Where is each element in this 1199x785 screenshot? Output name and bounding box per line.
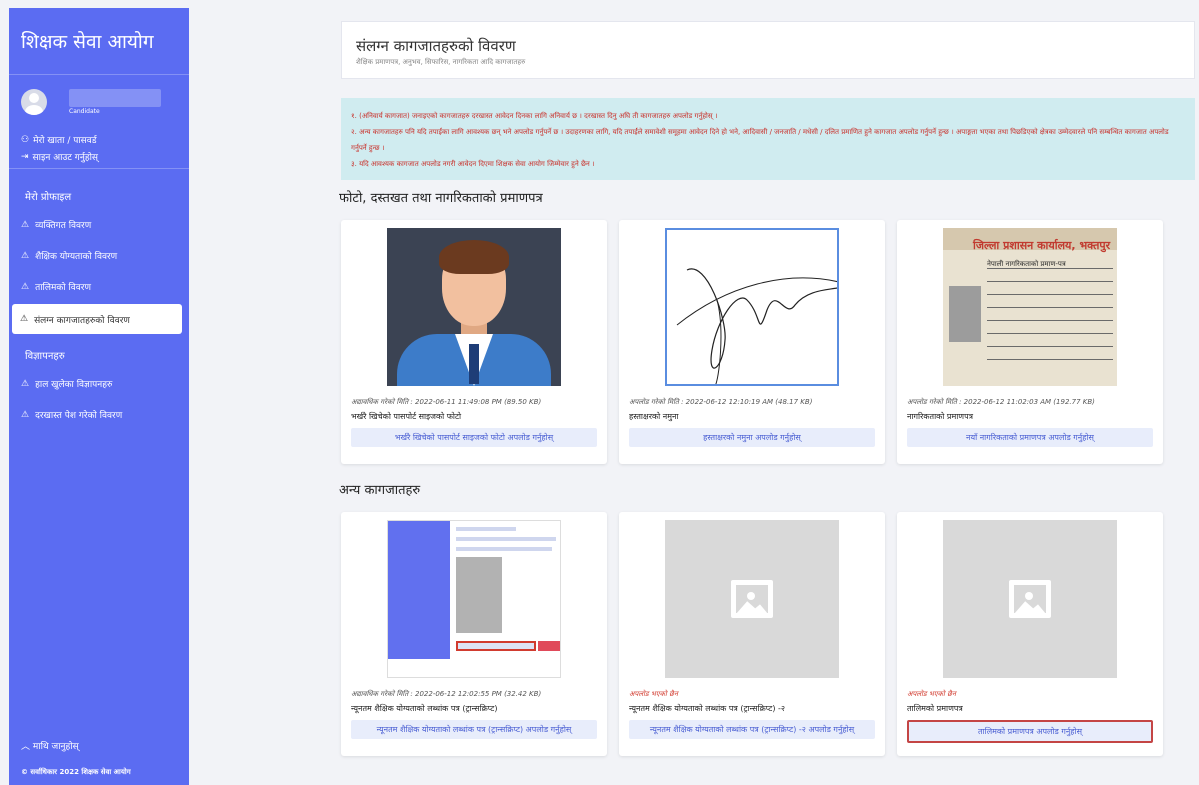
document-card-transcript-2: अपलोड भएको छैन न्यूनतम शैक्षिक योग्यताको… xyxy=(619,512,885,756)
notice-line: ३. यदि आवश्यक कागजात अपलोड नगरी आवेदन दि… xyxy=(351,160,595,168)
photo-thumbnail[interactable] xyxy=(387,228,561,386)
signature-thumbnail[interactable] xyxy=(665,228,839,386)
brand-title[interactable]: शिक्षक सेवा आयोग xyxy=(9,8,189,75)
card-name: न्यूनतम शैक्षिक योग्यताको लब्धांक पत्र (… xyxy=(629,704,786,713)
card-meta: अपलोड गरेको मिति : 2022-06-12 12:10:19 A… xyxy=(629,398,813,406)
warning-icon: ⚠ xyxy=(21,281,30,292)
cards-row-bottom: अद्यावधिक गरेको मिति : 2022-06-12 12:02:… xyxy=(341,512,1195,756)
warning-icon: ⚠ xyxy=(21,378,30,389)
card-name: हस्ताक्षरको नमुना xyxy=(629,412,679,421)
upload-citizenship-button[interactable]: नयाँ नागरिकताको प्रमाणपत्र अपलोड गर्नुहो… xyxy=(907,428,1153,447)
signature-drawing xyxy=(676,268,837,384)
logout-icon: ⇥ xyxy=(21,151,29,162)
card-meta: अपलोड गरेको मिति : 2022-06-12 11:02:03 A… xyxy=(907,398,1095,406)
notice-line: १. (अनिवार्य कागजात) जनाइएको कागजातहरु द… xyxy=(351,112,718,120)
copyright: © सर्वाधिकार 2022 शिक्षक सेवा आयोग xyxy=(21,768,131,776)
card-meta: अद्यावधिक गरेको मिति : 2022-06-12 12:02:… xyxy=(351,690,542,698)
sidebar-item-open-ads[interactable]: ⚠ हाल खुलेका विज्ञापनहरु xyxy=(9,368,189,399)
warning-icon: ⚠ xyxy=(21,409,30,420)
sidebar-item-label: व्यक्तिगत विवरण xyxy=(35,221,92,231)
upload-photo-button[interactable]: भर्खरै खिचेको पासपोर्ट साइजको फोटो अपलोड… xyxy=(351,428,597,447)
card-name: भर्खरै खिचेको पासपोर्ट साइजको फोटो xyxy=(351,412,462,421)
warning-icon: ⚠ xyxy=(21,250,30,261)
card-meta: अपलोड भएको छैन xyxy=(907,690,956,698)
document-card-signature: अपलोड गरेको मिति : 2022-06-12 12:10:19 A… xyxy=(619,220,885,464)
document-card-photo: अद्यावधिक गरेको मिति : 2022-06-11 11:49:… xyxy=(341,220,607,464)
upload-training-button[interactable]: तालिमको प्रमाणपत्र अपलोड गर्नुहोस् xyxy=(907,720,1153,743)
sidebar-item-submitted[interactable]: ⚠ दरखास्त पेश गरेको विवरण xyxy=(9,399,189,430)
card-name: न्यूनतम शैक्षिक योग्यताको लब्धांक पत्र (… xyxy=(351,704,498,713)
user-role: Candidate xyxy=(69,108,100,115)
document-card-transcript: अद्यावधिक गरेको मिति : 2022-06-12 12:02:… xyxy=(341,512,607,756)
main-content: संलग्न कागजातहरुको विवरण शैक्षिक प्रमाणप… xyxy=(339,21,1195,785)
doc-photo xyxy=(949,286,981,342)
sidebar-item-training[interactable]: ⚠ तालिमको विवरण xyxy=(9,271,189,302)
card-name: तालिमको प्रमाणपत्र xyxy=(907,704,963,713)
sidebar-item-label: शैक्षिक योग्यताको विवरण xyxy=(35,252,118,262)
section-title-other: अन्य कागजातहरु xyxy=(339,483,421,498)
page-header: संलग्न कागजातहरुको विवरण शैक्षिक प्रमाणप… xyxy=(341,21,1195,79)
sidebar-item-label: तालिमको विवरण xyxy=(35,283,91,293)
upload-transcript-button[interactable]: न्यूनतम शैक्षिक योग्यताको लब्धांक पत्र (… xyxy=(351,720,597,739)
menu-section-profile: मेरो प्रोफाइल xyxy=(25,192,72,203)
image-placeholder[interactable] xyxy=(943,520,1117,678)
user-panel: Candidate ⚇ मेरो खाता / पासवर्ड ⇥ साइन आ… xyxy=(9,75,189,169)
chevron-up-icon: ︿ xyxy=(21,742,31,752)
card-meta: अपलोड भएको छैन xyxy=(629,690,678,698)
sidebar-item-label: संलग्न कागजातहरुको विवरण xyxy=(34,315,130,326)
menu-section-ads: विज्ञापनहरु xyxy=(25,351,65,362)
sidebar: शिक्षक सेवा आयोग Candidate ⚇ मेरो खाता /… xyxy=(9,8,189,785)
notice-box: १. (अनिवार्य कागजात) जनाइएको कागजातहरु द… xyxy=(341,98,1195,180)
notice-line: २. अन्य कागजातहरु पनि यदि तपाईंका लागि आ… xyxy=(351,128,1169,152)
sidebar-item-personal[interactable]: ⚠ व्यक्तिगत विवरण xyxy=(9,209,189,240)
sidebar-menu: मेरो प्रोफाइल ⚠ व्यक्तिगत विवरण ⚠ शैक्षिक … xyxy=(9,169,189,430)
doc-header: जिल्ला प्रशासन कार्यालय, भक्तपुर xyxy=(973,239,1111,252)
cards-row-top: अद्यावधिक गरेको मिति : 2022-06-11 11:49:… xyxy=(341,220,1195,464)
sidebar-item-education[interactable]: ⚠ शैक्षिक योग्यताको विवरण xyxy=(9,240,189,271)
scroll-top-label: माथि जानुहोस् xyxy=(32,742,79,752)
account-link[interactable]: ⚇ मेरो खाता / पासवर्ड xyxy=(21,133,97,147)
card-name: नागरिकताको प्रमाणपत्र xyxy=(907,412,974,421)
page-title: संलग्न कागजातहरुको विवरण xyxy=(356,37,516,55)
logout-link-label: साइन आउट गर्नुहोस् xyxy=(32,153,99,163)
document-card-citizenship: जिल्ला प्रशासन कार्यालय, भक्तपुर नेपाली … xyxy=(897,220,1163,464)
user-name xyxy=(69,89,161,107)
upload-signature-button[interactable]: हस्ताक्षरको नमुना अपलोड गर्नुहोस् xyxy=(629,428,875,447)
user-icon: ⚇ xyxy=(21,134,30,145)
page-subtitle: शैक्षिक प्रमाणपत्र, अनुभव, सिफारिस, नागर… xyxy=(356,58,526,66)
scroll-top-link[interactable]: ︿ माथि जानुहोस् xyxy=(21,739,79,752)
sidebar-item-label: हाल खुलेका विज्ञापनहरु xyxy=(35,380,113,390)
logout-link[interactable]: ⇥ साइन आउट गर्नुहोस् xyxy=(21,150,99,164)
warning-icon: ⚠ xyxy=(21,219,30,230)
upload-transcript-2-button[interactable]: न्यूनतम शैक्षिक योग्यताको लब्धांक पत्र (… xyxy=(629,720,875,739)
document-card-training: अपलोड भएको छैन तालिमको प्रमाणपत्र तालिमक… xyxy=(897,512,1163,756)
warning-icon: ⚠ xyxy=(20,314,29,324)
citizenship-thumbnail[interactable]: जिल्ला प्रशासन कार्यालय, भक्तपुर नेपाली … xyxy=(943,228,1117,386)
account-link-label: मेरो खाता / पासवर्ड xyxy=(33,136,97,146)
sidebar-item-label: दरखास्त पेश गरेको विवरण xyxy=(35,411,123,421)
transcript-thumbnail[interactable] xyxy=(387,520,561,678)
card-meta: अद्यावधिक गरेको मिति : 2022-06-11 11:49:… xyxy=(351,398,542,406)
image-placeholder[interactable] xyxy=(665,520,839,678)
sidebar-item-documents[interactable]: ⚠ संलग्न कागजातहरुको विवरण xyxy=(12,304,182,334)
avatar xyxy=(21,89,47,115)
section-title-photo: फोटो, दस्तखत तथा नागरिकताको प्रमाणपत्र xyxy=(339,191,543,206)
